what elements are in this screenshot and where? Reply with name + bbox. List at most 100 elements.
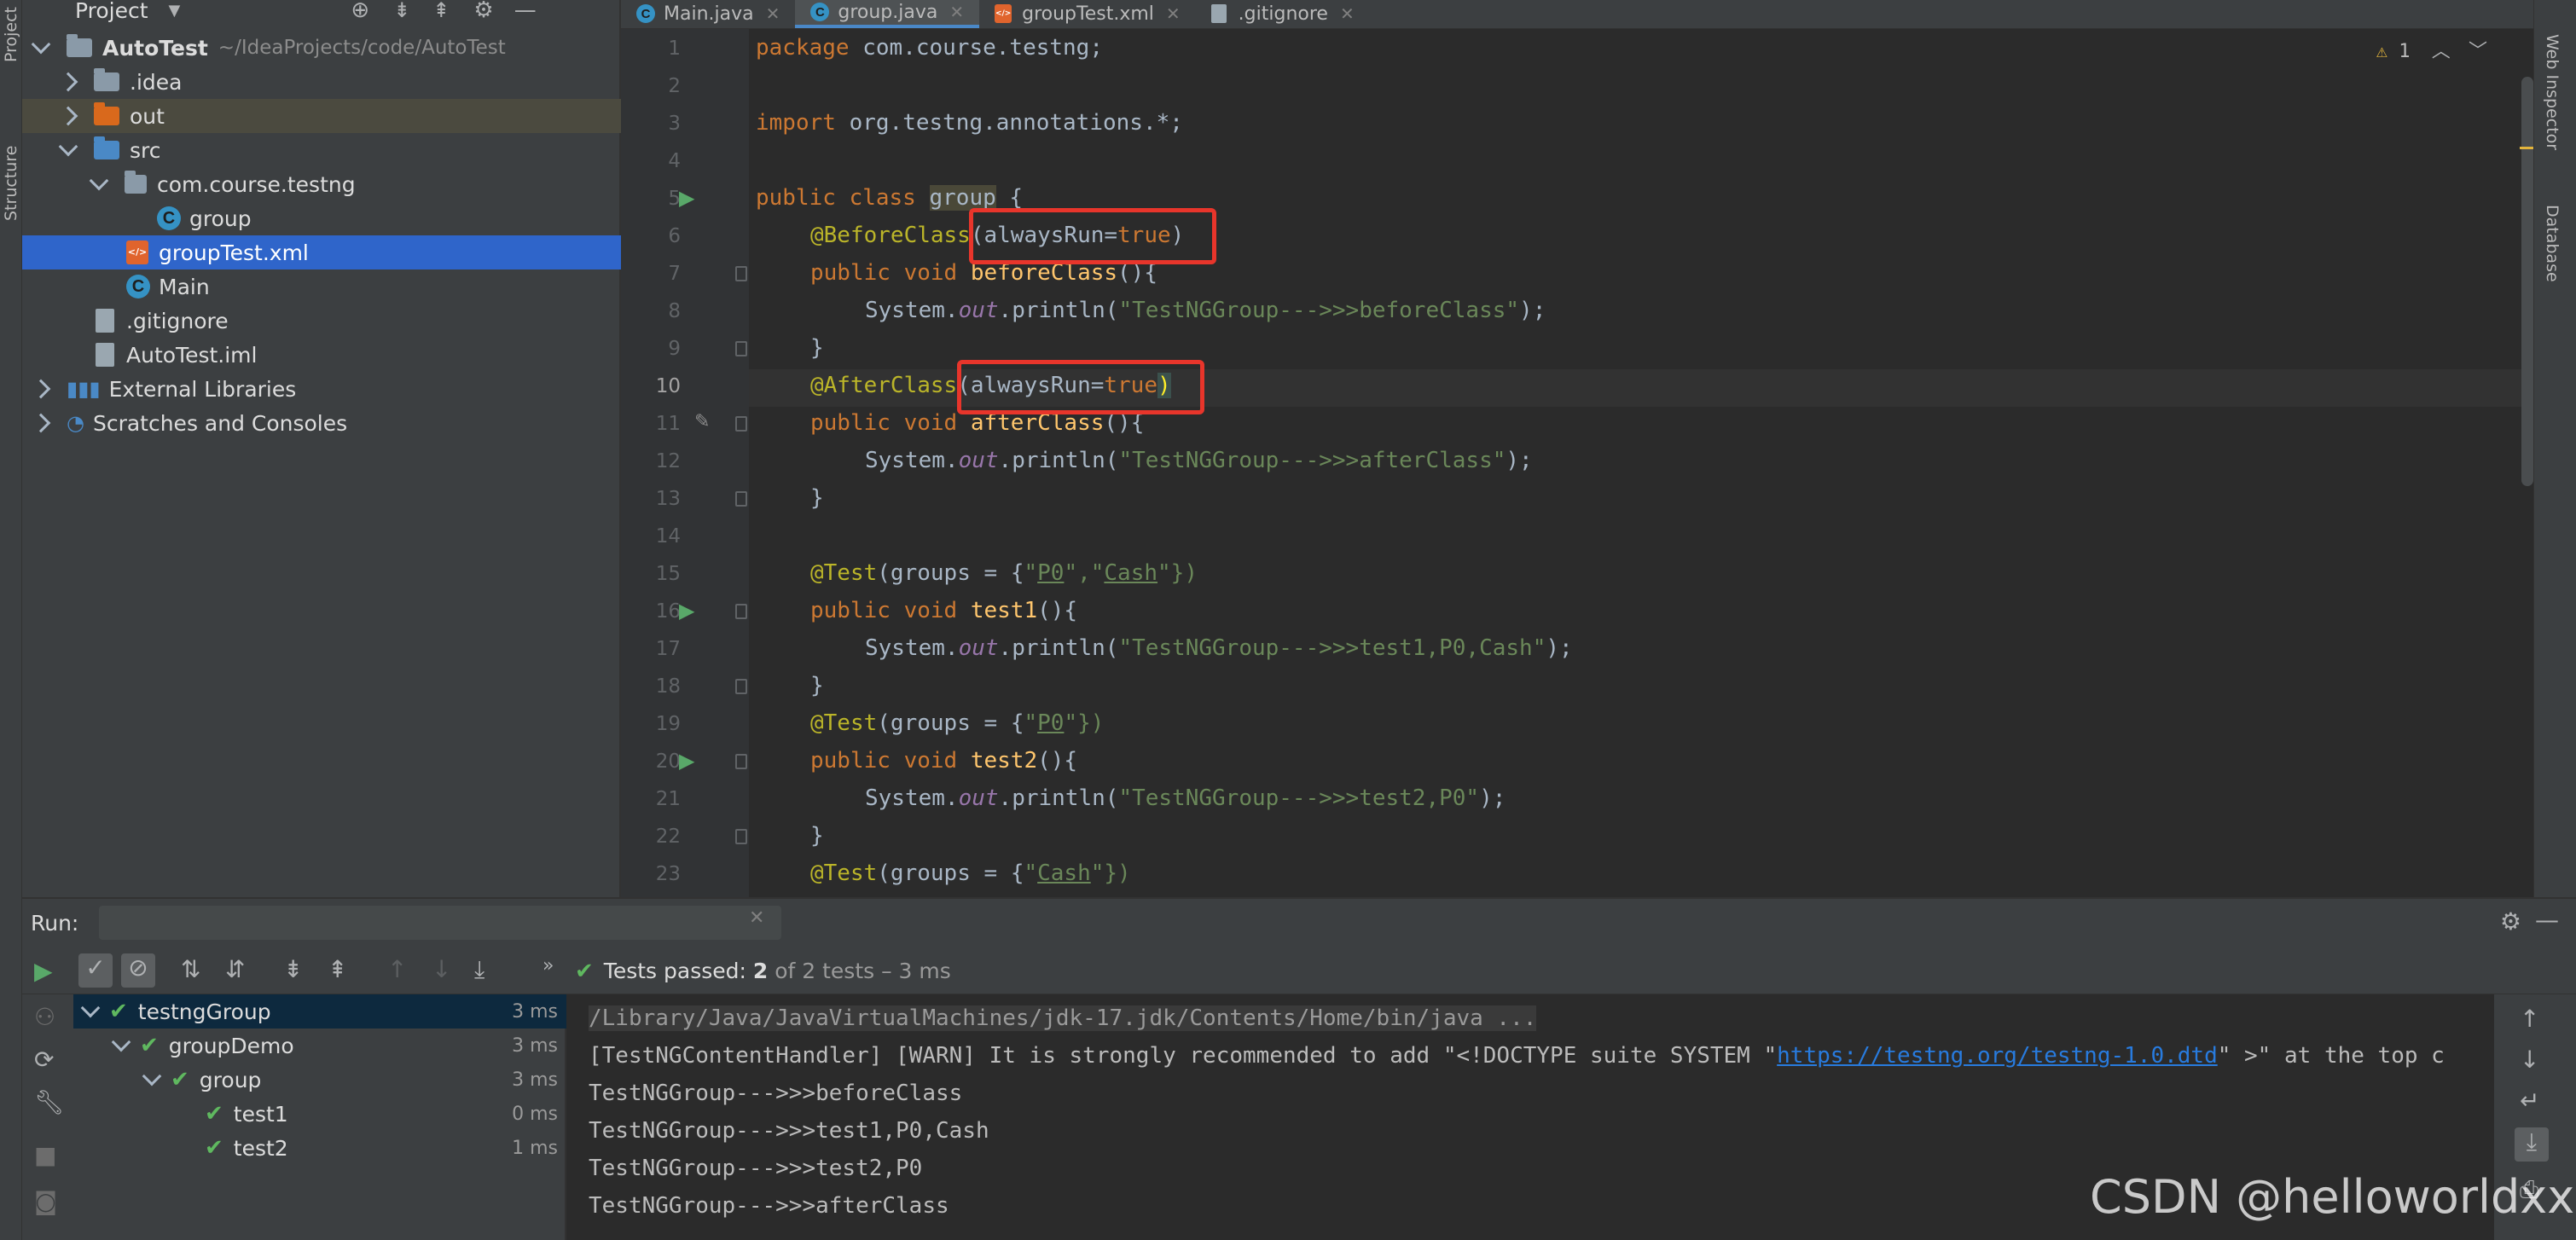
minimize-icon[interactable]: — — [2535, 906, 2559, 934]
tab-gitignore[interactable]: .gitignore ✕ — [1196, 0, 1370, 28]
debug-icon[interactable]: ⚇ — [34, 1003, 55, 1031]
show-ignored-toggle[interactable]: ⊘ — [121, 953, 155, 988]
export-icon[interactable]: ⤓ — [474, 955, 484, 984]
close-icon[interactable]: ✕ — [749, 907, 764, 929]
restore-icon[interactable]: ⟳ — [34, 1046, 54, 1074]
close-icon[interactable]: ✕ — [1340, 3, 1355, 24]
minimize-icon[interactable]: — — [514, 0, 537, 23]
locate-icon[interactable]: ⊕ — [351, 0, 369, 23]
arrow-down-icon[interactable]: ↓ — [2520, 1046, 2539, 1074]
warning-stripe-marker[interactable] — [2520, 147, 2533, 149]
camera-icon[interactable]: ◙ — [34, 1187, 57, 1215]
chevron-down-icon[interactable]: ▼ — [169, 2, 181, 20]
tree-item-main[interactable]: C Main — [22, 269, 621, 304]
chevron-right-icon[interactable] — [31, 413, 51, 433]
web-inspector-tool-tab[interactable]: Web Inspector — [2543, 34, 2561, 150]
chevron-right-icon[interactable] — [31, 379, 51, 399]
console-link[interactable]: https://testng.org/testng-1.0.dtd — [1777, 1043, 2218, 1069]
run-test-icon[interactable]: ▶ — [679, 186, 701, 210]
fold-icon[interactable] — [735, 266, 747, 281]
fold-icon[interactable] — [735, 416, 747, 432]
fold-icon[interactable] — [735, 829, 747, 844]
run-config-tab[interactable] — [99, 906, 781, 940]
chevron-down-icon[interactable]: ﹀ — [2469, 41, 2487, 62]
tree-item-group[interactable]: C group — [22, 201, 621, 235]
chevron-down-icon[interactable] — [58, 136, 78, 157]
chevron-down-icon[interactable] — [89, 171, 109, 191]
stop-icon[interactable]: ■ — [34, 1141, 56, 1169]
chevron-down-icon[interactable] — [142, 1066, 162, 1086]
tree-item-scratches[interactable]: ◔ Scratches and Consoles — [22, 406, 621, 440]
line-number: 21 — [655, 788, 681, 810]
edit-icon[interactable]: ✎ — [694, 411, 710, 432]
tree-item-gitignore[interactable]: .gitignore — [22, 304, 621, 338]
arrow-up-icon[interactable]: ↑ — [387, 955, 407, 983]
chevron-up-icon[interactable]: ︿ — [2432, 41, 2451, 62]
chevron-right-icon[interactable] — [58, 106, 78, 126]
code-line-19: @Test(groups = {"P0"}) — [810, 710, 1105, 736]
structure-tool-tab[interactable]: Structure — [0, 119, 22, 247]
line-number: 1 — [668, 38, 681, 60]
tree-item-package[interactable]: com.course.testng — [22, 167, 621, 201]
database-tool-tab[interactable]: Database — [2543, 205, 2561, 282]
tree-item-iml[interactable]: AutoTest.iml — [22, 338, 621, 372]
result-row-groupdemo[interactable]: ✔ groupDemo 3 ms — [73, 1029, 566, 1063]
database-label: Database — [2543, 205, 2561, 282]
run-panel-label: Run: — [31, 911, 79, 936]
wrench-icon[interactable]: 🔧︎ — [34, 1088, 65, 1116]
soft-wrap-icon[interactable]: ↵ — [2520, 1086, 2539, 1115]
tree-item-external-libraries[interactable]: ▮▮▮ External Libraries — [22, 372, 621, 406]
project-panel-title[interactable]: Project — [75, 0, 148, 23]
iml-file-icon — [96, 343, 114, 367]
fold-icon[interactable] — [735, 679, 747, 694]
scroll-to-end-icon[interactable]: ⤓ — [2515, 1127, 2549, 1162]
rerun-icon[interactable]: ▶ — [34, 957, 53, 985]
gear-icon[interactable]: ⚙ — [473, 0, 493, 23]
class-icon: C — [157, 206, 181, 230]
code-editor[interactable]: package com.course.testng; import org.te… — [749, 29, 2533, 897]
tree-item-src[interactable]: src — [22, 133, 621, 167]
tab-group-java[interactable]: C group.java ✕ — [795, 0, 980, 28]
result-row-group[interactable]: ✔ group 3 ms — [73, 1063, 566, 1097]
tree-item-idea[interactable]: .idea — [22, 65, 621, 99]
chevron-down-icon[interactable] — [31, 34, 51, 55]
scratches-icon: ◔ — [67, 411, 84, 435]
arrow-down-icon[interactable]: ↓ — [432, 955, 451, 983]
close-icon[interactable]: ✕ — [1166, 3, 1181, 24]
run-test-icon[interactable]: ▶ — [679, 749, 701, 773]
fold-icon[interactable] — [735, 754, 747, 769]
show-passed-toggle[interactable]: ✓ — [78, 953, 113, 988]
warnings-indicator[interactable]: ⚠ 1 ︿ ﹀ — [2376, 36, 2487, 63]
folder-icon — [94, 68, 119, 91]
result-row-test1[interactable]: ✔ test1 0 ms — [73, 1097, 566, 1131]
tab-grouptest-xml[interactable]: </> groupTest.xml ✕ — [979, 0, 1196, 28]
project-tool-tab[interactable]: Project — [0, 0, 22, 68]
collapse-all-icon[interactable]: ⇞ — [432, 0, 450, 22]
editor-scrollbar[interactable] — [2521, 77, 2533, 486]
tree-item-out[interactable]: out — [22, 99, 621, 133]
fold-icon[interactable] — [735, 491, 747, 507]
fold-icon[interactable] — [735, 341, 747, 356]
chevron-down-icon[interactable] — [80, 998, 101, 1018]
tab-main-java[interactable]: C Main.java ✕ — [621, 0, 795, 28]
gear-icon[interactable]: ⚙ — [2500, 907, 2521, 936]
close-icon[interactable]: ✕ — [949, 2, 964, 22]
collapse-all-icon[interactable]: ⇞ — [328, 955, 347, 983]
sort-duration-icon[interactable]: ⇵ — [225, 955, 245, 983]
run-toolbar: ▶ ✓ ⊘ ⇅ ⇵ ⇟ ⇞ ↑ ↓ ⤓ » ✔ Tests passed: 2 o… — [22, 948, 2576, 994]
run-test-icon[interactable]: ▶ — [679, 599, 701, 623]
fold-icon[interactable] — [735, 604, 747, 619]
result-row-testnggroup[interactable]: ✔ testngGroup 3 ms — [73, 994, 566, 1029]
arrow-up-icon[interactable]: ↑ — [2520, 1005, 2539, 1033]
chevron-right-icon[interactable] — [58, 72, 78, 92]
expand-all-icon[interactable]: ⇟ — [393, 0, 410, 22]
tree-item-autotest[interactable]: AutoTest ~/IdeaProjects/code/AutoTest — [22, 31, 621, 65]
expand-all-icon[interactable]: ⇟ — [283, 955, 303, 983]
check-icon: ✔ — [109, 999, 128, 1024]
result-row-test2[interactable]: ✔ test2 1 ms — [73, 1131, 566, 1165]
sort-alpha-icon[interactable]: ⇅ — [181, 955, 200, 983]
chevron-down-icon[interactable] — [111, 1032, 131, 1052]
more-icon[interactable]: » — [542, 955, 554, 976]
tree-item-grouptest-xml[interactable]: </> groupTest.xml — [22, 235, 621, 269]
close-icon[interactable]: ✕ — [766, 3, 780, 24]
